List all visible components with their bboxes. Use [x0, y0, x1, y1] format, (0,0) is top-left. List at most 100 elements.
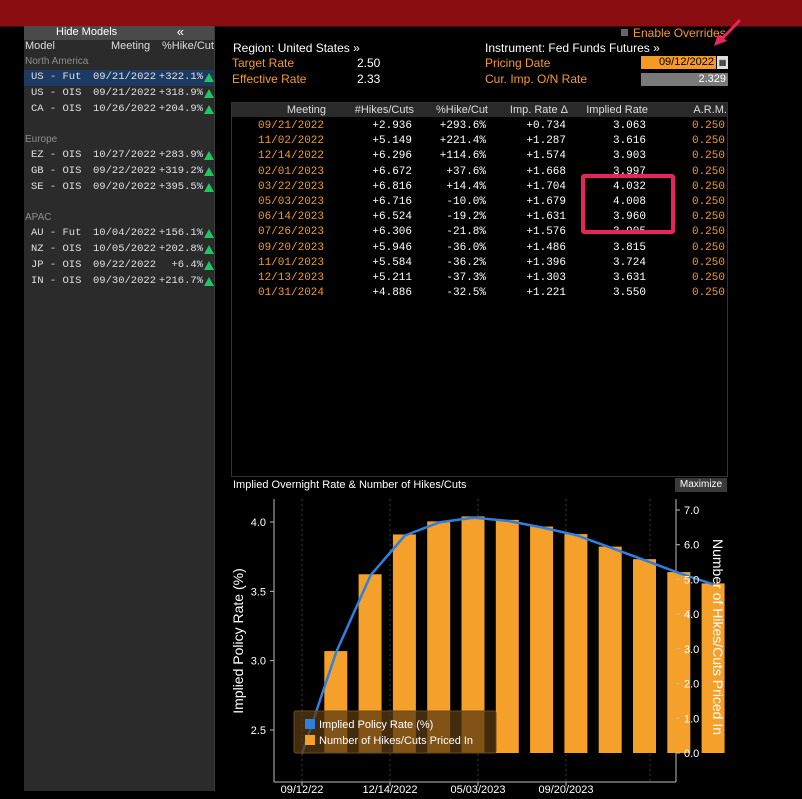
cell-meeting: 06/14/2023	[257, 211, 324, 224]
th-arm[interactable]: A.R.M.	[648, 104, 727, 116]
cell-rate-delta: +1.668	[526, 165, 566, 178]
title-bar	[0, 0, 802, 27]
hide-models-button[interactable]: Hide Models «	[24, 24, 214, 40]
table-row[interactable]: 12/13/2023 +5.211 -37.3% +1.303 3.631 0.250	[232, 272, 727, 287]
col-model[interactable]: Model	[25, 40, 55, 52]
checkbox-icon[interactable]	[621, 29, 628, 36]
th-imp-rate-delta[interactable]: Imp. Rate Δ	[488, 104, 568, 116]
cell-pct: -36.2%	[446, 256, 486, 269]
cell-meeting: 02/01/2023	[257, 165, 324, 178]
cell-implied-rate: 3.903	[612, 150, 646, 163]
th-meeting[interactable]: Meeting	[232, 104, 326, 116]
table-row[interactable]: 01/31/2024 +4.886 -32.5% +1.221 3.550 0.250	[232, 287, 727, 302]
th-hikes-cuts[interactable]: #Hikes/Cuts	[326, 104, 414, 116]
model-name: US - OIS	[31, 87, 82, 99]
y2-tick-label: 0.0	[684, 748, 699, 760]
model-meeting: 09/30/2022	[93, 275, 157, 287]
table-row[interactable]: 09/21/2022 +2.936 +293.6% +0.734 3.063 0.250	[232, 120, 727, 135]
table-row[interactable]: 11/02/2022 +5.149 +221.4% +1.287 3.616 0.250	[232, 135, 727, 150]
cell-hikes: +5.211	[372, 272, 412, 284]
cell-arm: 0.250	[691, 287, 725, 300]
model-value: +318.9%	[158, 87, 203, 99]
col-meeting[interactable]: Meeting	[111, 40, 150, 52]
th-implied-rate[interactable]: Implied Rate	[568, 104, 648, 116]
hikes-bar	[667, 572, 691, 753]
legend-swatch-rate	[305, 719, 315, 729]
hikes-bar	[598, 546, 622, 753]
y2-axis-title: Number of Hikes/Cuts Priced In	[710, 539, 726, 735]
table-row[interactable]: 12/14/2022 +6.296 +114.6% +1.574 3.903 0.250	[232, 150, 727, 165]
y2-tick-label: 5.0	[684, 574, 699, 586]
model-row[interactable]: AU - Fut 10/04/2022 +156.1%	[24, 226, 214, 242]
model-value: +395.5%	[158, 181, 203, 193]
maximize-button[interactable]: Maximize	[675, 478, 727, 492]
models-panel: Hide Models « Model Meeting %Hike/Cut No…	[24, 24, 215, 791]
cell-rate-delta: +1.221	[526, 287, 566, 300]
model-value: +216.7%	[158, 275, 203, 287]
up-arrow-icon	[204, 73, 214, 82]
y2-tick-label: 4.0	[684, 609, 699, 621]
model-value: +204.9%	[158, 103, 203, 115]
cell-hikes: +2.936	[372, 120, 412, 132]
col-hike-cut[interactable]: %Hike/Cut	[162, 40, 214, 52]
model-row[interactable]: NZ - OIS 10/05/2022 +202.8%	[24, 242, 214, 258]
model-row[interactable]: JP - OIS 09/22/2022 +6.4%	[24, 258, 214, 274]
table-row[interactable]: 09/20/2023 +5.946 -36.0% +1.486 3.815 0.250	[232, 242, 727, 257]
cell-arm: 0.250	[691, 241, 725, 254]
y-tick-label: 2.5	[251, 725, 266, 737]
model-row[interactable]: CA - OIS 10/26/2022 +204.9%	[24, 102, 214, 118]
cell-pct: +221.4%	[439, 135, 486, 148]
model-row[interactable]: IN - OIS 09/30/2022 +216.7%	[24, 274, 214, 290]
effective-rate-value: 2.33	[357, 72, 381, 86]
target-rate-label: Target Rate	[232, 56, 295, 70]
model-value: +156.1%	[158, 227, 203, 239]
cell-pct: -21.8%	[446, 226, 486, 239]
cell-pct: -37.3%	[446, 272, 486, 284]
x-tick-label: 09/12/22	[281, 784, 324, 794]
model-meeting: 10/05/2022	[93, 243, 157, 255]
cell-arm: 0.250	[691, 135, 725, 148]
model-meeting: 09/21/2022	[93, 71, 157, 83]
legend-swatch-hikes	[305, 735, 315, 745]
y2-tick-label: 1.0	[684, 713, 699, 725]
model-name: CA - OIS	[31, 103, 82, 115]
model-row[interactable]: EZ - OIS 10/27/2022 +283.9%	[24, 148, 214, 164]
cell-implied-rate: 3.616	[612, 135, 646, 148]
model-row[interactable]: US - OIS 09/21/2022 +318.9%	[24, 86, 214, 102]
y-axis-title: Implied Policy Rate (%)	[231, 568, 246, 714]
collapse-icon[interactable]: «	[177, 24, 184, 39]
model-row[interactable]: US - Fut 09/21/2022 +322.1%	[24, 70, 214, 86]
y2-tick-label: 3.0	[684, 644, 699, 656]
models-header: Model Meeting %Hike/Cut	[24, 40, 214, 54]
calendar-icon[interactable]: ▦	[717, 56, 728, 69]
cell-implied-rate: 3.815	[612, 241, 646, 254]
th-pct-hike-cut[interactable]: %Hike/Cut	[414, 104, 488, 116]
up-arrow-icon	[204, 89, 214, 98]
model-meeting: 10/26/2022	[93, 103, 157, 115]
model-row[interactable]: SE - OIS 09/20/2022 +395.5%	[24, 180, 214, 196]
cell-hikes: +6.716	[372, 196, 412, 208]
model-meeting: 10/27/2022	[93, 149, 157, 161]
cell-meeting: 07/26/2023	[257, 226, 324, 239]
cell-hikes: +6.296	[372, 150, 412, 163]
cell-meeting: 05/03/2023	[257, 196, 324, 208]
cell-rate-delta: +1.576	[526, 226, 566, 239]
cell-meeting: 12/13/2023	[257, 272, 324, 284]
hikes-bar	[495, 519, 519, 753]
model-name: SE - OIS	[31, 181, 82, 193]
y-tick-label: 3.0	[251, 656, 266, 668]
model-group-label: Europe	[25, 134, 58, 145]
cur-imp-rate-label: Cur. Imp. O/N Rate	[485, 72, 588, 86]
pricing-date-input[interactable]: 09/12/2022	[641, 56, 716, 69]
table-row[interactable]: 11/01/2023 +5.584 -36.2% +1.396 3.724 0.250	[232, 257, 727, 272]
enable-overrides-toggle[interactable]: Enable Overrides	[621, 26, 726, 40]
hikes-bar	[564, 534, 588, 753]
model-meeting: 09/20/2022	[93, 181, 157, 193]
cell-hikes: +6.672	[372, 165, 412, 178]
instrument-selector[interactable]: Instrument: Fed Funds Futures »	[485, 41, 660, 55]
region-selector[interactable]: Region: United States »	[233, 41, 360, 55]
up-arrow-icon	[204, 261, 214, 270]
model-value: +283.9%	[158, 149, 203, 161]
model-row[interactable]: GB - OIS 09/22/2022 +319.2%	[24, 164, 214, 180]
up-arrow-icon	[204, 151, 214, 160]
